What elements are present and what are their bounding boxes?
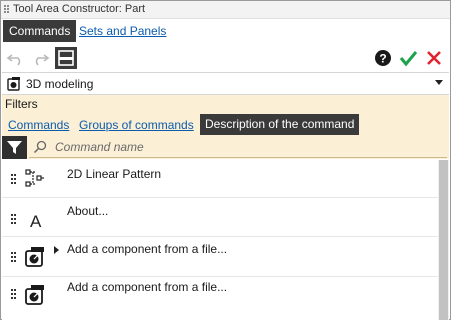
list-item[interactable]: A About...: [2, 198, 438, 237]
expand-arrow-icon[interactable]: [54, 246, 59, 254]
filter-link-groups-of-commands[interactable]: Groups of commands: [79, 115, 194, 135]
svg-text:?: ?: [379, 52, 386, 66]
3d-modeling-icon: [6, 76, 22, 92]
help-icon[interactable]: ?: [372, 47, 394, 69]
close-icon[interactable]: [423, 47, 445, 69]
checkmark-icon[interactable]: [397, 47, 419, 69]
command-search-box: [29, 137, 447, 158]
command-label: Add a component from a file...: [67, 242, 228, 256]
drag-handle-icon[interactable]: [11, 289, 17, 299]
toolbar: ?: [1, 45, 450, 71]
title-bar[interactable]: Tool Area Constructor: Part: [1, 1, 450, 19]
drag-handle-icon[interactable]: [11, 252, 17, 262]
search-icon: [33, 140, 47, 154]
mode-dropdown-value: 3D modeling: [26, 77, 94, 91]
vertical-scrollbar[interactable]: [438, 160, 449, 320]
filter-link-commands[interactable]: Commands: [8, 115, 69, 135]
letter-a-icon: A: [24, 209, 46, 231]
filters-panel: Filters Commands Groups of commands Desc…: [2, 95, 449, 159]
svg-text:A: A: [30, 212, 42, 231]
command-name-input[interactable]: [55, 137, 435, 157]
tool-area-constructor-window: Tool Area Constructor: Part Commands Set…: [0, 0, 451, 320]
filters-heading: Filters: [5, 97, 38, 111]
list-item[interactable]: 2D Linear Pattern: [2, 160, 438, 198]
command-label: About...: [67, 204, 109, 218]
panel-layout-icon[interactable]: [55, 47, 77, 69]
command-label: 2D Linear Pattern: [67, 167, 162, 181]
tab-bar: Commands Sets and Panels: [1, 19, 450, 43]
command-label: Add a component from a file...: [67, 280, 228, 294]
scrollbar-thumb[interactable]: [439, 160, 448, 320]
mode-dropdown[interactable]: 3D modeling: [2, 72, 449, 95]
list-item[interactable]: Add a component from a file...: [2, 237, 438, 277]
window-title: Tool Area Constructor: Part: [13, 3, 146, 15]
drag-grip-icon[interactable]: [4, 5, 10, 15]
drag-handle-icon[interactable]: [11, 214, 17, 224]
component-file-icon: [24, 246, 46, 268]
filter-icon[interactable]: [2, 136, 27, 159]
tab-sets-and-panels[interactable]: Sets and Panels: [79, 20, 166, 42]
filter-link-description[interactable]: Description of the command: [200, 114, 360, 135]
list-item[interactable]: Add a component from a file...: [2, 277, 438, 320]
redo-icon[interactable]: [29, 47, 51, 69]
component-file-icon: [24, 284, 46, 306]
drag-handle-icon[interactable]: [11, 174, 17, 184]
linear-pattern-icon: [24, 168, 46, 190]
chevron-down-icon[interactable]: [435, 80, 443, 85]
undo-icon[interactable]: [5, 47, 27, 69]
command-list: 2D Linear Pattern A About... Add a compo…: [2, 160, 438, 320]
tab-commands[interactable]: Commands: [3, 20, 77, 42]
